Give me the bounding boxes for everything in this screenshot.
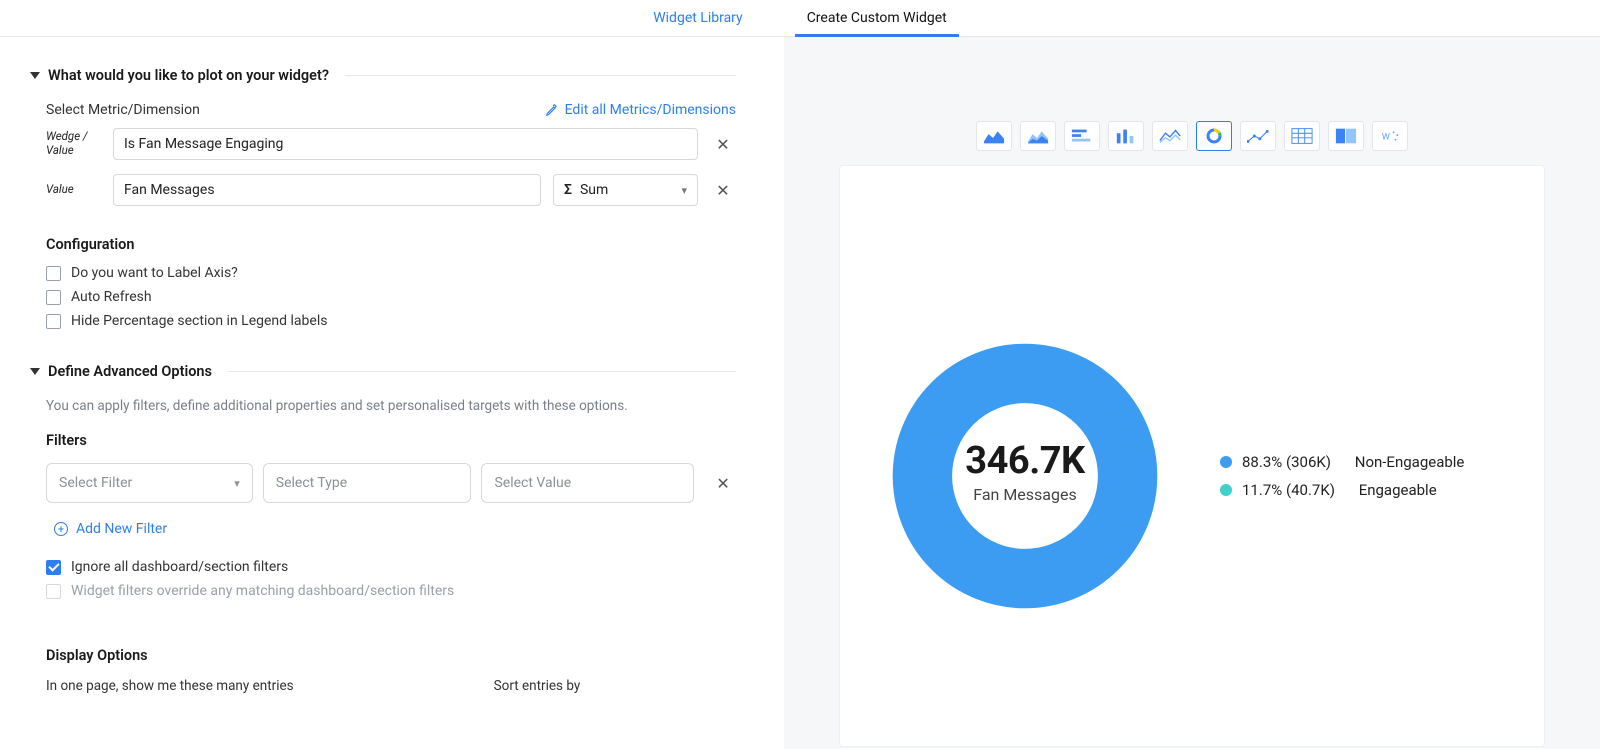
chart-type-stacked-area[interactable] <box>1020 121 1056 151</box>
advanced-subtext: You can apply filters, define additional… <box>46 398 736 414</box>
label-axis-text: Do you want to Label Axis? <box>71 265 238 281</box>
chart-type-toolbar: W <box>976 121 1408 151</box>
filter-select[interactable]: Select Filter▾ <box>46 463 253 503</box>
plot-section-header[interactable]: What would you like to plot on your widg… <box>30 67 736 84</box>
divider <box>228 371 736 372</box>
remove-filter-button[interactable]: ✕ <box>710 474 736 493</box>
chart-type-area[interactable] <box>976 121 1012 151</box>
filters-heading: Filters <box>46 432 736 449</box>
caret-down-icon <box>30 368 40 375</box>
tab-create-custom-widget[interactable]: Create Custom Widget <box>799 10 955 36</box>
legend-swatch <box>1220 484 1232 496</box>
chart-type-line[interactable] <box>1152 121 1188 151</box>
aggregation-select[interactable]: Σ Sum ▾ <box>553 174 698 206</box>
filter-value-select[interactable]: Select Value <box>481 463 694 503</box>
donut-total-label: Fan Messages <box>890 485 1160 504</box>
ignore-filters-text: Ignore all dashboard/section filters <box>71 559 288 575</box>
entries-label: In one page, show me these many entries <box>46 678 294 694</box>
advanced-heading: Define Advanced Options <box>48 363 212 380</box>
chart-type-hbar[interactable] <box>1064 121 1100 151</box>
chevron-down-icon: ▾ <box>234 477 240 490</box>
chart-type-donut[interactable] <box>1196 121 1232 151</box>
legend-item-engageable: 11.7% (40.7K) Engageable <box>1220 481 1464 499</box>
tab-widget-library[interactable]: Widget Library <box>645 10 750 36</box>
override-filters-checkbox <box>46 584 61 599</box>
donut-chart: 346.7K Fan Messages <box>890 341 1160 611</box>
configuration-heading: Configuration <box>46 236 736 253</box>
wedge-label: Wedge / Value <box>46 130 101 158</box>
sigma-icon: Σ <box>564 182 572 198</box>
value-label: Value <box>46 183 101 197</box>
chart-type-table[interactable] <box>1284 121 1320 151</box>
legend-item-non-engageable: 88.3% (306K) Non-Engageable <box>1220 453 1464 471</box>
chevron-down-icon: ▾ <box>681 184 687 197</box>
add-filter-button[interactable]: + Add New Filter <box>54 521 736 537</box>
plus-circle-icon: + <box>54 522 68 536</box>
display-options-heading: Display Options <box>46 647 736 664</box>
pencil-icon <box>545 103 559 117</box>
chart-preview-card: 346.7K Fan Messages 88.3% (306K) Non-Eng… <box>839 165 1545 747</box>
svg-text:W: W <box>1382 133 1390 143</box>
chart-type-scatter[interactable] <box>1240 121 1276 151</box>
remove-value-button[interactable]: ✕ <box>710 181 736 200</box>
chart-type-vbar[interactable] <box>1108 121 1144 151</box>
divider <box>345 75 736 76</box>
chart-type-wordcloud[interactable]: W <box>1372 121 1408 151</box>
donut-total-value: 346.7K <box>890 439 1160 483</box>
sort-label: Sort entries by <box>494 678 581 694</box>
chart-legend: 88.3% (306K) Non-Engageable 11.7% (40.7K… <box>1220 443 1464 509</box>
auto-refresh-text: Auto Refresh <box>71 289 152 305</box>
builder-form: What would you like to plot on your widg… <box>0 37 784 749</box>
value-input[interactable]: Fan Messages <box>113 174 541 206</box>
remove-wedge-button[interactable]: ✕ <box>710 135 736 154</box>
select-metric-label: Select Metric/Dimension <box>46 102 200 118</box>
top-tabs: Widget Library Create Custom Widget <box>0 0 1600 37</box>
hide-pct-checkbox[interactable] <box>46 314 61 329</box>
filter-type-select[interactable]: Select Type <box>263 463 472 503</box>
chart-type-heatmap[interactable] <box>1328 121 1364 151</box>
label-axis-checkbox[interactable] <box>46 266 61 281</box>
auto-refresh-checkbox[interactable] <box>46 290 61 305</box>
wedge-input[interactable]: Is Fan Message Engaging <box>113 128 698 160</box>
override-filters-text: Widget filters override any matching das… <box>71 583 454 599</box>
edit-all-metrics-link[interactable]: Edit all Metrics/Dimensions <box>545 102 736 118</box>
preview-panel: W 346.7K Fan Messages 88.3 <box>784 37 1600 749</box>
legend-swatch <box>1220 456 1232 468</box>
advanced-section-header[interactable]: Define Advanced Options <box>30 363 736 380</box>
hide-pct-text: Hide Percentage section in Legend labels <box>71 313 327 329</box>
ignore-filters-checkbox[interactable] <box>46 560 61 575</box>
caret-down-icon <box>30 72 40 79</box>
plot-heading: What would you like to plot on your widg… <box>48 67 329 84</box>
